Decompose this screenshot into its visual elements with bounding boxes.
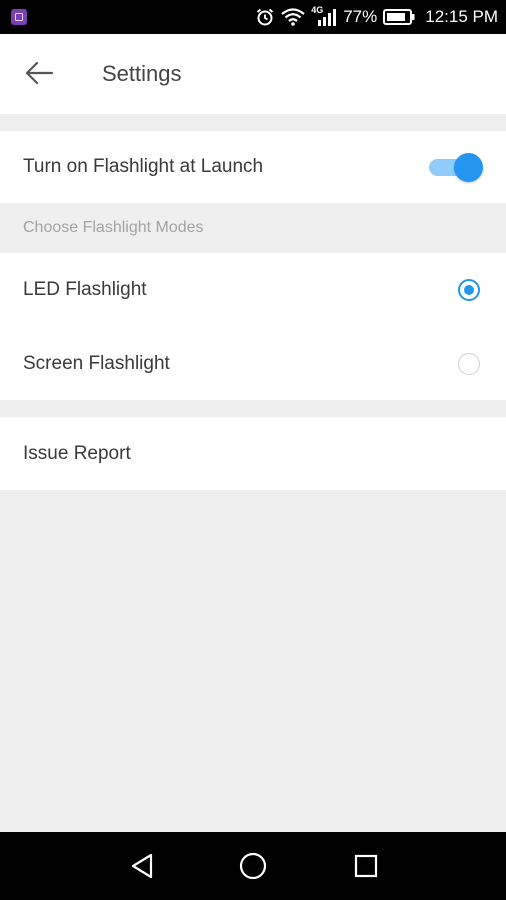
mode-option-label: LED Flashlight <box>23 279 147 300</box>
app-header: Settings <box>0 34 506 114</box>
system-nav-bar <box>0 832 506 900</box>
issue-report-row[interactable]: Issue Report <box>0 417 506 490</box>
page-title: Settings <box>102 61 182 86</box>
wifi-icon <box>281 8 305 26</box>
led-radio-button[interactable] <box>458 279 480 301</box>
back-arrow-icon <box>25 61 54 85</box>
mode-option-label: Screen Flashlight <box>23 352 170 374</box>
status-bar-right: 4G 77% 12:15 PM <box>255 0 498 34</box>
status-bar: 4G 77% 12:15 PM <box>0 0 506 34</box>
app-notification-icon <box>11 9 27 25</box>
nav-back-button[interactable] <box>126 850 158 882</box>
modes-section-label: Choose Flashlight Modes <box>23 219 204 236</box>
nav-recents-button[interactable] <box>350 850 382 882</box>
clock: 12:15 PM <box>425 7 498 26</box>
home-circle-icon <box>239 852 267 880</box>
launch-toggle-switch[interactable] <box>427 152 483 182</box>
issue-report-label: Issue Report <box>23 442 131 464</box>
modes-section-header: Choose Flashlight Modes <box>0 203 506 253</box>
launch-toggle-row[interactable]: Turn on Flashlight at Launch <box>0 131 506 203</box>
alarm-icon <box>257 8 274 26</box>
launch-toggle-label: Turn on Flashlight at Launch <box>23 156 264 177</box>
nav-home-button[interactable] <box>237 850 269 882</box>
screen-radio-button[interactable] <box>458 352 480 375</box>
toggle-thumb <box>454 153 483 182</box>
back-button[interactable] <box>20 56 58 90</box>
mode-option-screen[interactable]: Screen Flashlight <box>0 327 506 400</box>
mode-option-led[interactable]: LED Flashlight <box>0 253 506 327</box>
recents-square-icon <box>354 854 378 878</box>
battery-percent: 77% <box>343 7 378 26</box>
battery-icon <box>383 9 415 25</box>
signal-icon: 4G <box>311 5 337 27</box>
back-triangle-icon <box>131 853 153 879</box>
